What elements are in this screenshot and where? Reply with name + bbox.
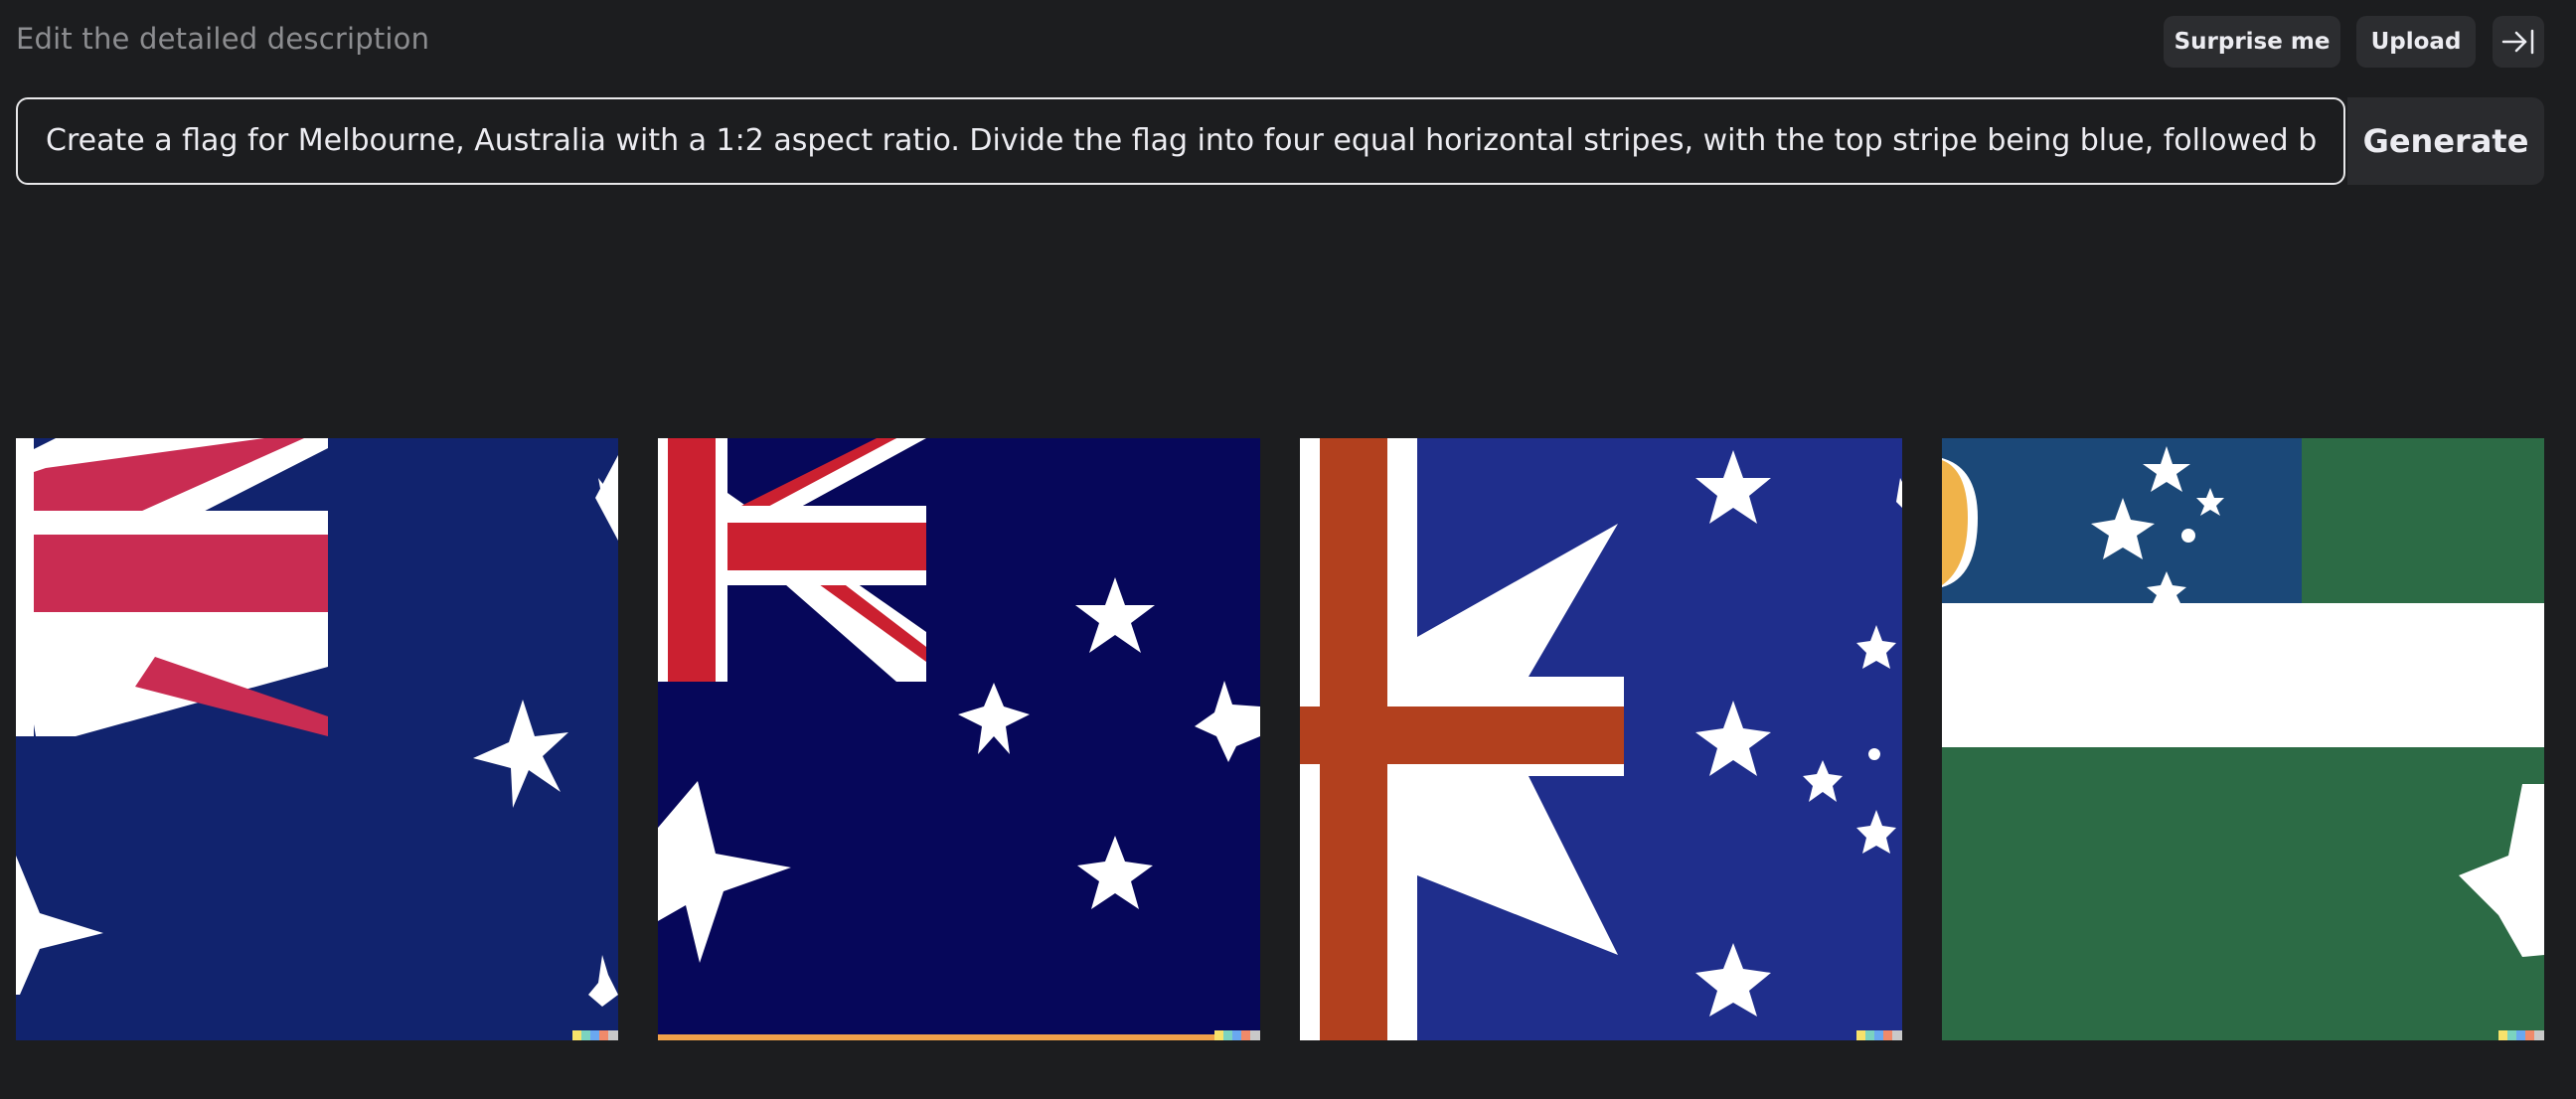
result-image-2[interactable] <box>658 438 1260 1040</box>
result-image-4[interactable] <box>1942 438 2544 1040</box>
upload-label: Upload <box>2370 29 2462 55</box>
surprise-me-label: Surprise me <box>2174 29 2331 55</box>
prompt-text[interactable]: Create a flag for Melbourne, Australia w… <box>46 123 2316 159</box>
collapse-sidebar-icon <box>2501 29 2535 55</box>
generate-button[interactable]: Generate <box>2347 97 2544 185</box>
result-image-3[interactable] <box>1300 438 1902 1040</box>
surprise-me-button[interactable]: Surprise me <box>2164 16 2340 68</box>
generate-label: Generate <box>2362 122 2529 160</box>
prompt-input[interactable]: Create a flag for Melbourne, Australia w… <box>16 97 2345 185</box>
result-image-1[interactable] <box>16 438 618 1040</box>
upload-button[interactable]: Upload <box>2356 16 2476 68</box>
collapse-sidebar-button[interactable] <box>2493 16 2544 68</box>
page-title: Edit the detailed description <box>16 22 430 56</box>
